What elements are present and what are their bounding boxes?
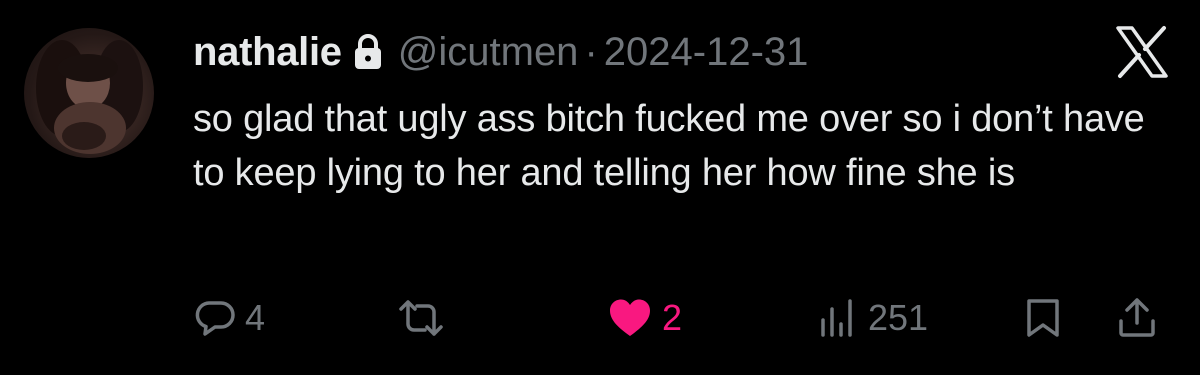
like-count: 2 xyxy=(662,297,683,338)
share-button[interactable] xyxy=(1117,288,1157,348)
retweet-icon xyxy=(398,298,444,338)
heart-icon xyxy=(608,298,652,338)
display-name[interactable]: nathalie xyxy=(193,30,342,75)
like-button[interactable]: 2 xyxy=(608,288,682,348)
retweet-button[interactable] xyxy=(398,288,444,348)
handle[interactable]: @icutmen xyxy=(398,30,579,75)
views-icon xyxy=(818,298,858,338)
tweet-text: so glad that ugly ass bitch fucked me ov… xyxy=(193,98,1145,194)
views-count: 251 xyxy=(868,297,929,338)
avatar[interactable] xyxy=(24,28,154,158)
bookmark-icon xyxy=(1025,297,1061,339)
reply-icon xyxy=(195,298,235,338)
views-button[interactable]: 251 xyxy=(818,288,928,348)
x-logo-icon[interactable] xyxy=(1114,24,1170,80)
tweet-header: nathalie @icutmen · 2024-12-31 xyxy=(193,26,808,78)
reply-button[interactable]: 4 xyxy=(195,288,265,348)
bookmark-button[interactable] xyxy=(1025,288,1061,348)
share-icon xyxy=(1117,297,1157,339)
separator-dot: · xyxy=(584,29,598,74)
reply-count: 4 xyxy=(245,297,266,338)
tweet-date[interactable]: 2024-12-31 xyxy=(604,30,809,75)
action-bar: 4 2 251 xyxy=(193,288,1173,348)
tweet-card: nathalie @icutmen · 2024-12-31 so glad t… xyxy=(0,0,1200,375)
lock-icon xyxy=(352,33,384,71)
